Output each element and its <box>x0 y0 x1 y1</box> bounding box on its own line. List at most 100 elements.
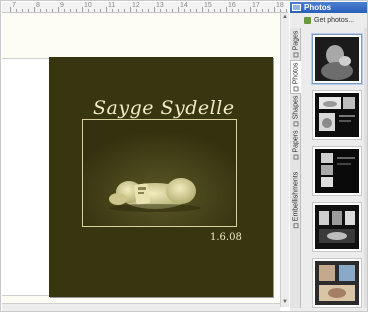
ruler-tick <box>238 9 239 12</box>
ruler-tick <box>214 9 215 12</box>
ruler-tick <box>208 9 209 12</box>
tab-photos-label: Photos <box>292 62 300 85</box>
ruler-tick <box>46 9 47 12</box>
ruler-tick <box>130 7 131 12</box>
ruler-label: 13 <box>156 2 164 9</box>
papers-icon <box>293 154 298 160</box>
ruler-label: 14 <box>180 2 188 9</box>
page-title-text[interactable]: Sayge Sydelle <box>93 97 235 119</box>
ruler-tick <box>136 9 137 12</box>
ruler-tick <box>226 7 227 12</box>
photo-frame[interactable] <box>82 119 237 227</box>
scroll-down-arrow-icon[interactable]: ▼ <box>281 298 289 307</box>
ruler-tick <box>40 9 41 12</box>
photo-thumb-3[interactable] <box>312 146 362 196</box>
ruler-tick <box>34 7 35 12</box>
ruler-tick <box>16 9 17 12</box>
panel-header: Photos <box>290 2 367 13</box>
ruler-label: 10 <box>84 2 92 9</box>
photo-thumb-5[interactable] <box>312 258 362 308</box>
ruler-tick <box>232 9 233 12</box>
photo-thumb-2[interactable] <box>312 90 362 140</box>
ruler-tick <box>106 7 107 12</box>
tab-shapes[interactable]: Shapes <box>290 94 301 128</box>
ruler-tick <box>82 7 83 12</box>
panel-title: Photos <box>304 3 332 12</box>
embellishments-icon <box>293 223 298 229</box>
vertical-tab-strip: Pages Photos Shapes Papers Embellishment… <box>290 28 301 308</box>
panel-scrollbar[interactable] <box>364 28 367 308</box>
tab-shapes-label: Shapes <box>292 95 299 120</box>
photo-thumb-1[interactable] <box>312 34 362 84</box>
tab-pages[interactable]: Pages <box>290 28 301 60</box>
horizontal-scrollbar[interactable] <box>2 303 280 311</box>
photo-date-text[interactable]: 1.6.08 <box>210 232 242 243</box>
ruler-tick <box>166 9 167 12</box>
ruler-tick <box>28 9 29 12</box>
ruler-tick <box>256 9 257 12</box>
scrapbook-page[interactable]: Sayge Sydelle 1.6.08 <box>49 57 273 297</box>
tab-papers[interactable]: Papers <box>290 128 301 162</box>
ruler-tick <box>142 9 143 12</box>
ruler-tick <box>286 9 287 12</box>
baby-photo <box>83 120 236 226</box>
ruler-tick <box>280 9 281 12</box>
ruler-tick <box>190 9 191 12</box>
ruler-label: 17 <box>252 2 260 9</box>
ruler-tick <box>268 9 269 12</box>
ruler-tick <box>64 9 65 12</box>
ruler-tick <box>262 9 263 12</box>
ruler-tick <box>148 9 149 12</box>
tab-pages-label: Pages <box>292 30 299 51</box>
ruler-tick <box>178 7 179 12</box>
ruler-label: 15 <box>204 2 212 9</box>
ruler-tick <box>172 9 173 12</box>
photos-panel-icon <box>292 4 301 11</box>
tab-embellishments-label: Embellishments <box>292 171 299 222</box>
ruler-label: 7 <box>12 2 16 9</box>
ruler-tick <box>52 9 53 12</box>
ruler-tick <box>220 9 221 12</box>
ruler-tick <box>250 7 251 12</box>
photos-icon <box>293 86 299 92</box>
side-panel: Photos Get photos... Pages Photos Shapes… <box>290 2 367 311</box>
ruler-tick <box>112 9 113 12</box>
ruler-label: 8 <box>36 2 40 9</box>
ruler-tick <box>244 9 245 12</box>
ruler-tick <box>124 9 125 12</box>
ruler-tick <box>184 9 185 12</box>
ruler-tick <box>94 9 95 12</box>
tab-photos[interactable]: Photos <box>290 60 301 94</box>
shapes-icon <box>293 121 298 127</box>
ruler-label: 12 <box>132 2 140 9</box>
ruler-tick <box>160 9 161 12</box>
app-window: 7 8 9 10 11 12 13 14 15 16 17 18 Sayge Sydelle <box>0 0 368 312</box>
ruler-tick <box>100 9 101 12</box>
left-page[interactable] <box>2 58 49 296</box>
ruler-label: 9 <box>60 2 64 9</box>
ruler-tick <box>118 9 119 12</box>
photo-thumb-4[interactable] <box>312 202 362 252</box>
ruler-tick <box>154 7 155 12</box>
ruler-tick <box>58 7 59 12</box>
canvas-workspace[interactable]: Sayge Sydelle 1.6.08 <box>2 13 280 303</box>
vertical-scrollbar[interactable]: ▲ ▼ <box>280 13 289 307</box>
ruler-label: 11 <box>108 2 116 9</box>
ruler-tick <box>196 9 197 12</box>
ruler-tick <box>70 9 71 12</box>
scroll-up-arrow-icon[interactable]: ▲ <box>281 13 289 22</box>
get-photos-link[interactable]: Get photos... <box>304 16 354 26</box>
get-photos-icon <box>304 17 311 24</box>
horizontal-ruler: 7 8 9 10 11 12 13 14 15 16 17 18 <box>2 2 293 13</box>
ruler-label: 16 <box>228 2 236 9</box>
photo-thumbnail-list <box>312 30 364 311</box>
ruler-tick <box>76 9 77 12</box>
ruler-tick <box>202 7 203 12</box>
ruler-label: 18 <box>276 2 284 9</box>
pages-icon <box>293 52 298 58</box>
tab-papers-label: Papers <box>292 130 299 153</box>
ruler-tick <box>10 7 11 12</box>
tab-embellishments[interactable]: Embellishments <box>290 162 301 238</box>
ruler-tick <box>88 9 89 12</box>
ruler-tick <box>22 9 23 12</box>
